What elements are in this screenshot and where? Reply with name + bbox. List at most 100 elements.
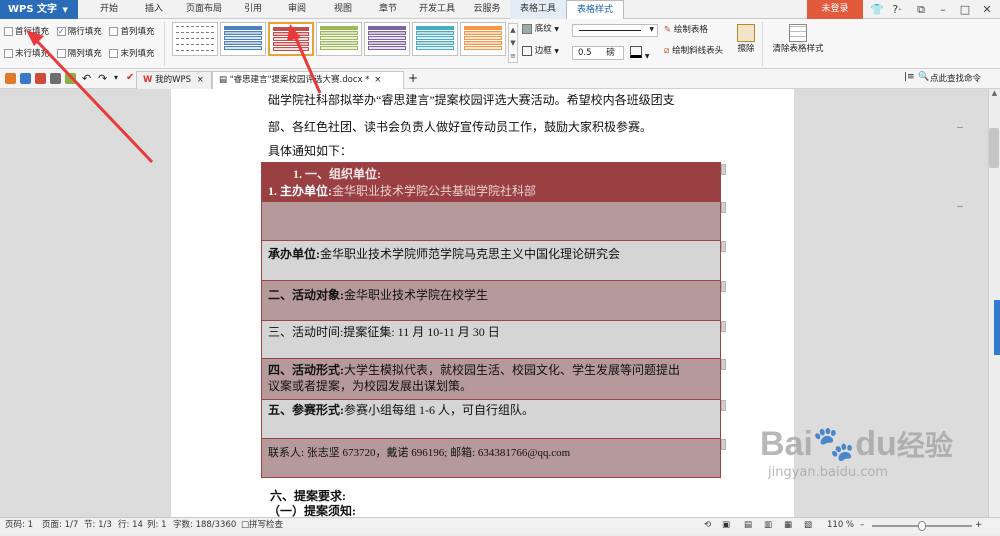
find-command-input[interactable]: 点此查找命令: [930, 72, 981, 84]
zoom-out-icon[interactable]: –: [860, 518, 864, 533]
tab-developer[interactable]: 开发工具: [410, 0, 464, 19]
save-icon[interactable]: [20, 73, 31, 84]
spell-check-toggle[interactable]: □拼写检查: [241, 518, 283, 533]
undo-icon[interactable]: ↶: [82, 72, 91, 85]
table-row[interactable]: 三、活动时间:提案征集: 11 月 10-11 月 30 日: [261, 321, 721, 359]
maximize-icon[interactable]: □: [954, 1, 976, 18]
checkmark-icon[interactable]: ✓: [56, 27, 66, 36]
last-row-fill-checkbox[interactable]: 末行填充: [4, 49, 49, 59]
table-row[interactable]: 四、活动形式:大学生模拟代表，就校园生活、校园文化、学生发展等问题提出 议案或者…: [261, 359, 721, 400]
tab-table-style[interactable]: 表格样式: [566, 0, 624, 19]
tab-my-wps[interactable]: W 我的WPS ×: [136, 71, 212, 89]
banded-row-fill-checkbox[interactable]: ✓ 隔行填充: [56, 27, 102, 37]
minimize-icon[interactable]: –: [932, 1, 954, 18]
table-row[interactable]: 二、活动对象:金华职业技术学院在校学生: [261, 281, 721, 321]
help-button[interactable]: ?·: [886, 1, 908, 18]
skin-icon[interactable]: 👕: [866, 1, 888, 18]
reading-view-icon[interactable]: ▧: [804, 518, 812, 533]
clear-table-style-button[interactable]: 清除表格样式: [766, 22, 830, 56]
row-resize-handle[interactable]: [721, 202, 726, 213]
border-button[interactable]: 边框 ▼: [522, 44, 559, 59]
login-button[interactable]: 未登录: [807, 0, 863, 19]
new-tab-button[interactable]: +: [408, 71, 418, 85]
tab-table-tools[interactable]: 表格工具: [510, 0, 566, 19]
zoom-slider-knob[interactable]: [918, 521, 926, 531]
first-col-fill-checkbox[interactable]: 首列填充: [109, 27, 154, 37]
table-style-thumbnail[interactable]: [220, 22, 266, 56]
tab-page-layout[interactable]: 页面布局: [176, 0, 232, 19]
checkbox-box[interactable]: [56, 49, 66, 58]
tab-insert[interactable]: 插入: [132, 0, 176, 19]
shading-button[interactable]: 底纹 ▼: [522, 22, 559, 37]
side-panel-toggle[interactable]: [994, 300, 1000, 355]
table-style-thumbnail[interactable]: [364, 22, 410, 56]
tab-cloud-service[interactable]: 云服务: [464, 0, 510, 19]
page-view-icon[interactable]: ▤: [744, 518, 752, 533]
close-tab-icon[interactable]: ×: [197, 75, 204, 85]
notice-table[interactable]: 1. 一、组织单位: 1. 主办单位:金华职业技术学院公共基础学院社科部 承办单…: [261, 162, 726, 478]
row-resize-handle[interactable]: [721, 281, 726, 292]
draw-diagonal-header-button[interactable]: ⧄ 绘制斜线表头: [664, 44, 723, 58]
new-document-icon[interactable]: [5, 73, 16, 84]
pen-color-button[interactable]: ▼: [630, 46, 652, 60]
pin-icon[interactable]: ✔: [126, 72, 134, 83]
erase-button[interactable]: 擦除: [734, 22, 758, 56]
table-style-thumbnail[interactable]: [460, 22, 506, 56]
tab-review[interactable]: 审阅: [274, 0, 320, 19]
first-row-fill-checkbox[interactable]: 首行填充: [4, 27, 49, 37]
chevron-down-icon: ▼: [649, 26, 654, 33]
close-icon[interactable]: ✕: [976, 1, 998, 18]
outline-view-icon[interactable]: ▥: [764, 518, 772, 533]
web-view-icon[interactable]: ▦: [784, 518, 792, 533]
scroll-up-icon[interactable]: ▲: [989, 89, 1000, 97]
search-icon[interactable]: 🔍: [918, 72, 929, 82]
row-resize-handle[interactable]: [721, 164, 726, 175]
table-style-thumbnail[interactable]: [412, 22, 458, 56]
gallery-scroll[interactable]: ▲ ▼ ≡: [508, 23, 518, 63]
checkbox-box[interactable]: [4, 49, 13, 58]
wps-app-button[interactable]: WPS 文字 ▼: [0, 0, 78, 19]
redo-icon[interactable]: ↷: [98, 72, 107, 85]
scrollbar-thumb[interactable]: [989, 128, 999, 168]
table-row[interactable]: 1. 一、组织单位: 1. 主办单位:金华职业技术学院公共基础学院社科部: [261, 162, 721, 202]
print-preview-icon[interactable]: [65, 73, 76, 84]
table-row[interactable]: 承办单位:金华职业技术学院师范学院马克思主义中国化理论研究会: [261, 241, 721, 281]
tab-chapter[interactable]: 章节: [366, 0, 410, 19]
checkbox-box[interactable]: □: [241, 520, 249, 530]
row-resize-handle[interactable]: [721, 321, 726, 332]
zoom-in-icon[interactable]: +: [975, 518, 982, 533]
table-row[interactable]: 五、参赛形式:参赛小组每组 1-6 人，可自行组队。: [261, 400, 721, 439]
view-mode-icon[interactable]: ▣: [722, 518, 730, 533]
last-col-fill-checkbox[interactable]: 末列填充: [109, 49, 154, 59]
draw-table-button[interactable]: ✎ 绘制表格: [664, 23, 708, 37]
row-resize-handle[interactable]: [721, 400, 726, 411]
tab-home[interactable]: 开始: [86, 0, 132, 19]
checkbox-box[interactable]: [109, 49, 119, 58]
tab-view[interactable]: 视图: [320, 0, 366, 19]
table-row[interactable]: [261, 202, 721, 241]
first-row-fill-label: 首行填充: [15, 27, 50, 37]
print-icon[interactable]: [50, 73, 61, 84]
row-resize-handle[interactable]: [721, 241, 726, 252]
row-resize-handle[interactable]: [721, 359, 726, 370]
table-style-thumbnail[interactable]: [316, 22, 362, 56]
history-icon[interactable]: ⟲: [704, 518, 711, 533]
tab-document[interactable]: ▤ "睿思建言"提案校园评选大赛.docx * ×: [212, 71, 404, 89]
table-style-thumbnail[interactable]: [268, 22, 314, 56]
close-tab-icon[interactable]: ×: [374, 75, 381, 85]
banded-col-fill-checkbox[interactable]: 隔列填充: [56, 49, 102, 59]
checkbox-box[interactable]: [109, 27, 119, 36]
tab-references[interactable]: 引用: [232, 0, 274, 19]
pen-width-select[interactable]: 0.5 磅: [572, 46, 624, 60]
chevron-down-icon[interactable]: ▾: [114, 73, 118, 82]
status-word-count[interactable]: 字数: 188/3360: [173, 518, 236, 533]
checkbox-box[interactable]: [4, 27, 13, 36]
table-style-thumbnail[interactable]: [172, 22, 218, 56]
line-style-select[interactable]: ▼: [572, 24, 658, 37]
menu-icon[interactable]: |≡: [904, 72, 915, 82]
zoom-level[interactable]: 110 %: [827, 518, 854, 533]
restore-window-icon[interactable]: ⧉: [910, 1, 932, 18]
table-row[interactable]: 联系人: 张志坚 673720，戴诺 696196; 邮箱: 634381766…: [261, 439, 721, 478]
export-pdf-icon[interactable]: [35, 73, 46, 84]
row-resize-handle[interactable]: [721, 439, 726, 450]
